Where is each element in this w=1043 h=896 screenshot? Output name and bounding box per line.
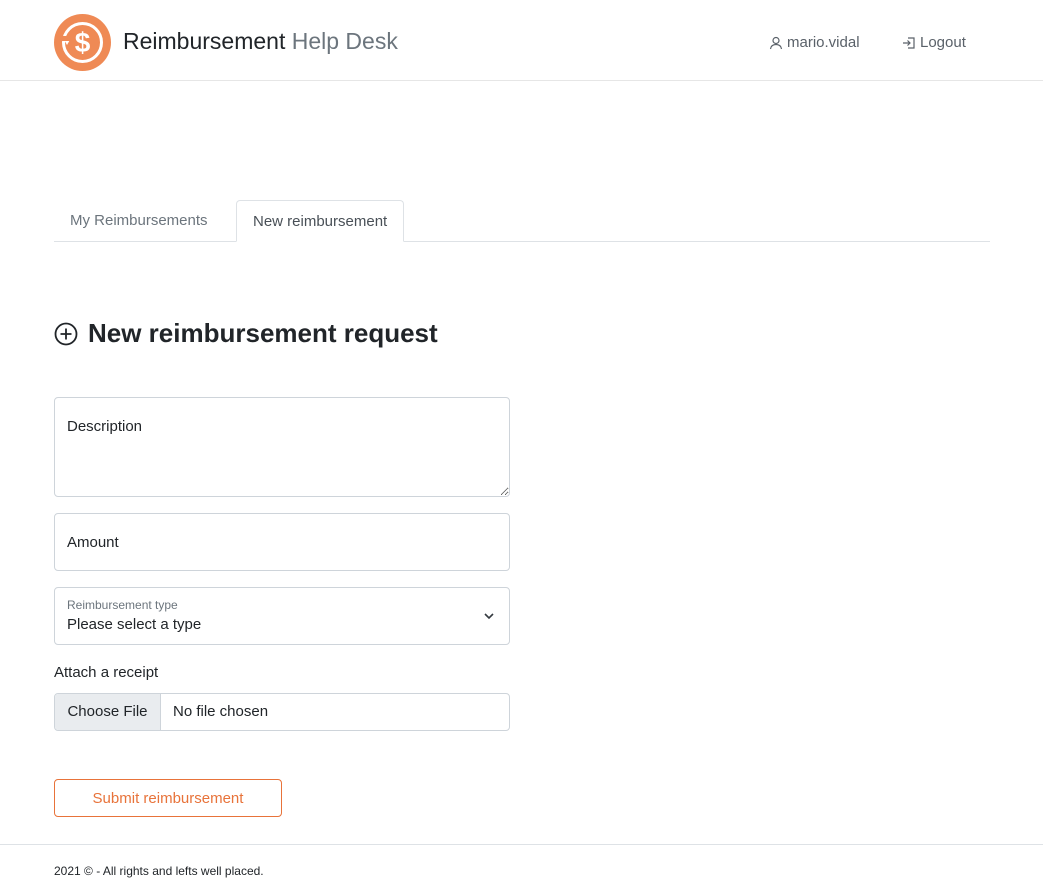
brand-title[interactable]: Reimbursement Help Desk — [123, 26, 398, 56]
reimbursement-type-label: Reimbursement type — [67, 598, 178, 612]
choose-file-button[interactable]: Choose File — [55, 694, 161, 730]
receipt-file-input[interactable]: Choose File No file chosen — [54, 693, 510, 731]
chevron-down-icon — [484, 613, 494, 620]
file-status-text: No file chosen — [173, 703, 269, 720]
reimbursement-tabs: My Reimbursements New reimbursement — [54, 200, 990, 242]
submit-reimbursement-button[interactable]: Submit reimbursement — [54, 779, 282, 817]
tab-new-reimbursement[interactable]: New reimbursement — [236, 200, 405, 242]
attach-receipt-label: Attach a receipt — [54, 664, 159, 681]
user-icon — [769, 36, 783, 50]
reimbursement-type-select[interactable]: Reimbursement type Please select a type — [54, 587, 510, 645]
amount-field[interactable] — [54, 513, 510, 571]
reimbursement-logo-icon: $ — [54, 14, 111, 71]
brand-title-strong: Reimbursement — [123, 28, 286, 54]
app-header: $ Reimbursement Help Desk mario.vidal Lo… — [0, 0, 1043, 81]
username-label: mario.vidal — [787, 34, 860, 51]
description-field[interactable] — [54, 397, 510, 497]
user-menu-link[interactable]: mario.vidal — [769, 32, 860, 54]
tab-my-reimbursements[interactable]: My Reimbursements — [54, 200, 224, 242]
plus-circle-icon — [54, 322, 78, 345]
logout-label: Logout — [920, 34, 966, 51]
logout-link[interactable]: Logout — [902, 32, 966, 54]
reimbursement-type-value: Please select a type — [67, 616, 202, 633]
svg-text:$: $ — [75, 27, 91, 58]
logout-icon — [903, 37, 915, 49]
page-footer: 2021 © - All rights and lefts well place… — [0, 844, 1043, 896]
page-title-text: New reimbursement request — [88, 318, 438, 348]
brand-title-light: Help Desk — [291, 28, 398, 54]
page-title: New reimbursement request — [54, 318, 438, 349]
footer-copyright: 2021 © - All rights and lefts well place… — [54, 864, 264, 878]
